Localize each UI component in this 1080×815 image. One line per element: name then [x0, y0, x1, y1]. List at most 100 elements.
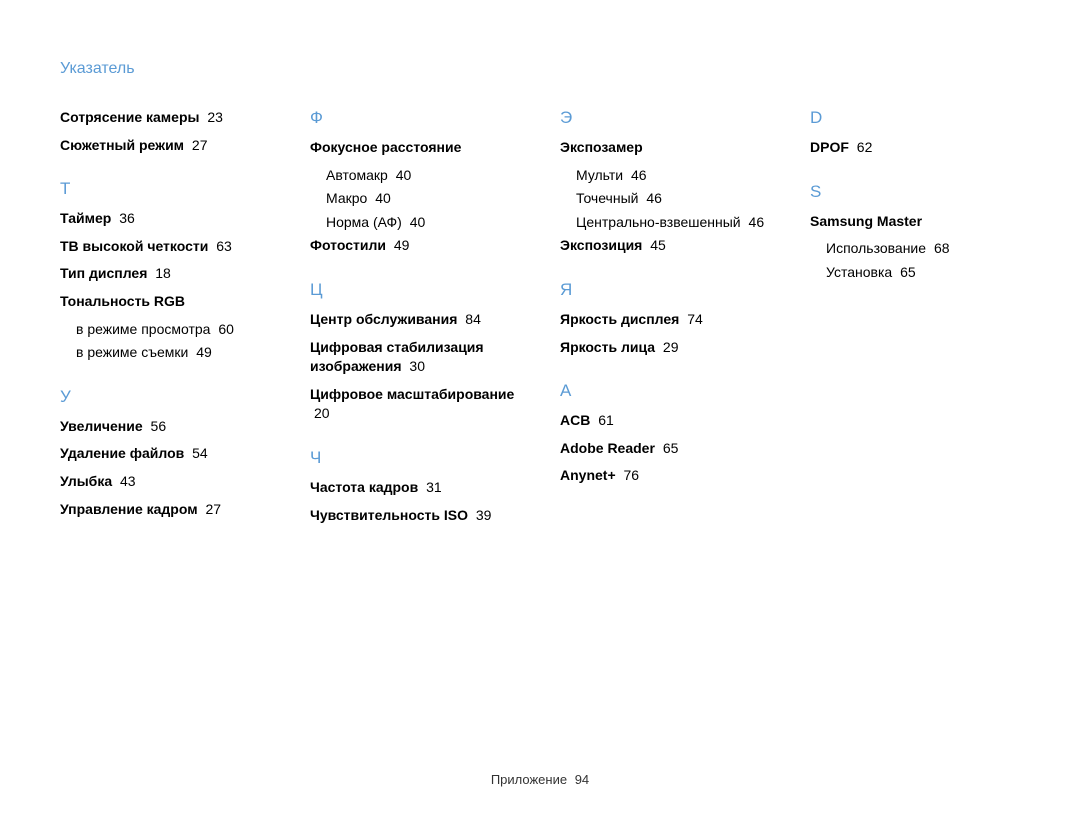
- index-entry[interactable]: ТВ высокой четкости 63: [60, 237, 270, 257]
- index-entry[interactable]: Цифровая стабилизация изображения 30: [310, 338, 520, 377]
- entry-label: Таймер: [60, 210, 111, 226]
- entry-page: 31: [426, 479, 442, 495]
- footer-page-number: 94: [575, 772, 589, 787]
- entry-page: 20: [314, 405, 330, 421]
- section-letter-s: S: [810, 182, 1020, 202]
- entry-label: Тип дисплея: [60, 265, 147, 281]
- entry-label: ACB: [560, 412, 590, 428]
- subentry-label: Центрально-взвешенный: [576, 214, 741, 230]
- index-entry: Samsung Master: [810, 212, 1020, 232]
- entry-page: 29: [663, 339, 679, 355]
- index-entry[interactable]: Управление кадром 27: [60, 500, 270, 520]
- entry-label: Фокусное расстояние: [310, 139, 461, 155]
- index-entry[interactable]: Экспозиция 45: [560, 236, 770, 256]
- index-entry[interactable]: Яркость лица 29: [560, 338, 770, 358]
- entry-label: Сотрясение камеры: [60, 109, 199, 125]
- index-entry[interactable]: Удаление файлов 54: [60, 444, 270, 464]
- index-entry[interactable]: Цифровое масштабирование 20: [310, 385, 520, 424]
- section-letter-ch: Ч: [310, 448, 520, 468]
- index-subentry[interactable]: в режиме съемки 49: [60, 343, 270, 363]
- index-entry[interactable]: Увеличение 56: [60, 417, 270, 437]
- entry-label: Anynet+: [560, 467, 616, 483]
- entry-label: Яркость дисплея: [560, 311, 679, 327]
- entry-label: Центр обслуживания: [310, 311, 457, 327]
- index-entry: Фокусное расстояние: [310, 138, 520, 158]
- entry-page: 74: [687, 311, 703, 327]
- index-subentry[interactable]: Установка 65: [810, 263, 1020, 283]
- entry-label: Цифровое масштабирование: [310, 386, 514, 402]
- entry-label: Сюжетный режим: [60, 137, 184, 153]
- index-entry[interactable]: Тип дисплея 18: [60, 264, 270, 284]
- entry-label: Цифровая стабилизация изображения: [310, 339, 484, 375]
- entry-page: 18: [155, 265, 171, 281]
- subentry-label: Автомакр: [326, 167, 388, 183]
- entry-page: 56: [151, 418, 167, 434]
- index-entry[interactable]: Adobe Reader 65: [560, 439, 770, 459]
- index-entry[interactable]: Яркость дисплея 74: [560, 310, 770, 330]
- entry-label: Увеличение: [60, 418, 143, 434]
- entry-label: Яркость лица: [560, 339, 655, 355]
- entry-label: Adobe Reader: [560, 440, 655, 456]
- entry-label: Частота кадров: [310, 479, 418, 495]
- index-entry: Экспозамер: [560, 138, 770, 158]
- entry-label: Чувствительность ISO: [310, 507, 468, 523]
- entry-page: 43: [120, 473, 136, 489]
- subentry-label: Мульти: [576, 167, 623, 183]
- entry-label: ТВ высокой четкости: [60, 238, 208, 254]
- index-subentry[interactable]: Мульти 46: [560, 166, 770, 186]
- index-entry[interactable]: Чувствительность ISO 39: [310, 506, 520, 526]
- subentry-label: Установка: [826, 264, 892, 280]
- index-subentry[interactable]: Использование 68: [810, 239, 1020, 259]
- entry-page: 54: [192, 445, 208, 461]
- index-entry[interactable]: Улыбка 43: [60, 472, 270, 492]
- entry-page: 65: [663, 440, 679, 456]
- entry-page: 23: [207, 109, 223, 125]
- entry-label: Тональность RGB: [60, 293, 185, 309]
- entry-label: Samsung Master: [810, 213, 922, 229]
- subentry-page: 65: [900, 264, 916, 280]
- section-letter-e: Э: [560, 108, 770, 128]
- subentry-label: Макро: [326, 190, 367, 206]
- index-subentry[interactable]: Макро 40: [310, 189, 520, 209]
- entry-label: Улыбка: [60, 473, 112, 489]
- index-columns: Сотрясение камеры 23 Сюжетный режим 27 Т…: [60, 108, 1020, 533]
- entry-label: Экспозамер: [560, 139, 643, 155]
- index-entry[interactable]: Фотостили 49: [310, 236, 520, 256]
- index-entry[interactable]: ACB 61: [560, 411, 770, 431]
- index-subentry[interactable]: Норма (АФ) 40: [310, 213, 520, 233]
- section-letter-ts: Ц: [310, 280, 520, 300]
- entry-page: 84: [465, 311, 481, 327]
- section-letter-t: Т: [60, 179, 270, 199]
- index-subentry[interactable]: Автомакр 40: [310, 166, 520, 186]
- index-entry[interactable]: Сотрясение камеры 23: [60, 108, 270, 128]
- subentry-label: в режиме съемки: [76, 344, 188, 360]
- entry-label: DPOF: [810, 139, 849, 155]
- index-entry[interactable]: Anynet+ 76: [560, 466, 770, 486]
- index-entry[interactable]: DPOF 62: [810, 138, 1020, 158]
- subentry-page: 40: [410, 214, 426, 230]
- entry-label: Управление кадром: [60, 501, 198, 517]
- index-entry[interactable]: Частота кадров 31: [310, 478, 520, 498]
- index-subentry[interactable]: в режиме просмотра 60: [60, 320, 270, 340]
- subentry-page: 46: [749, 214, 765, 230]
- section-letter-f: Ф: [310, 108, 520, 128]
- section-letter-d: D: [810, 108, 1020, 128]
- section-letter-u: У: [60, 387, 270, 407]
- index-col-2: Ф Фокусное расстояние Автомакр 40 Макро …: [310, 108, 520, 533]
- subentry-label: Норма (АФ): [326, 214, 402, 230]
- index-entry[interactable]: Сюжетный режим 27: [60, 136, 270, 156]
- subentry-label: Использование: [826, 240, 926, 256]
- entry-page: 76: [624, 467, 640, 483]
- entry-page: 45: [650, 237, 666, 253]
- index-entry[interactable]: Центр обслуживания 84: [310, 310, 520, 330]
- index-entry[interactable]: Таймер 36: [60, 209, 270, 229]
- footer-label: Приложение: [491, 772, 567, 787]
- entry-label: Удаление файлов: [60, 445, 184, 461]
- entry-page: 27: [205, 501, 221, 517]
- index-col-1: Сотрясение камеры 23 Сюжетный режим 27 Т…: [60, 108, 270, 533]
- subentry-label: в режиме просмотра: [76, 321, 210, 337]
- index-subentry[interactable]: Центрально-взвешенный 46: [560, 213, 770, 233]
- section-letter-ya: Я: [560, 280, 770, 300]
- entry-label: Экспозиция: [560, 237, 642, 253]
- index-subentry[interactable]: Точечный 46: [560, 189, 770, 209]
